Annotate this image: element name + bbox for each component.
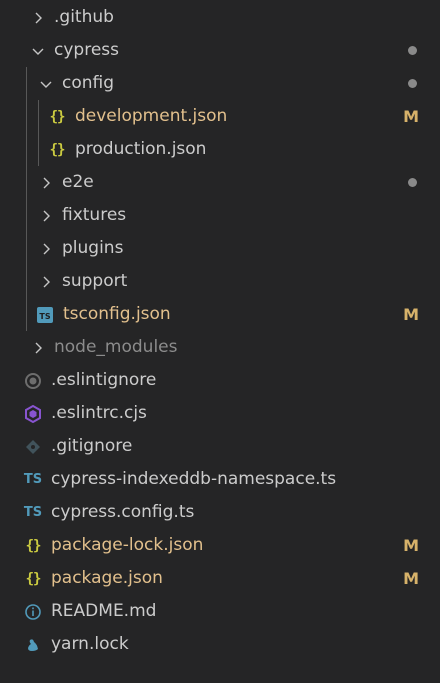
item-label: fixtures (62, 205, 127, 225)
item-label: node_modules (54, 337, 178, 357)
json-icon: {} (25, 537, 42, 554)
info-icon (23, 602, 43, 622)
typescript-icon: TS (23, 505, 43, 520)
folder-item-node-modules[interactable]: node_modules (0, 331, 440, 364)
folder-item-support[interactable]: support (0, 265, 440, 298)
item-label: package.json (51, 568, 163, 588)
item-label: .github (54, 7, 114, 27)
folder-item-e2e[interactable]: e2e (0, 166, 440, 199)
typescript-icon: TS (23, 472, 43, 487)
file-item-eslintrc-cjs[interactable]: .eslintrc.cjs (0, 397, 440, 430)
file-item-readme-md[interactable]: README.md (0, 595, 440, 628)
indent-guide (26, 133, 27, 166)
svg-text:TS: TS (39, 312, 50, 321)
git-icon (23, 437, 43, 457)
chevron-right-icon[interactable] (30, 10, 46, 26)
indent-guide (26, 265, 27, 298)
folder-item-plugins[interactable]: plugins (0, 232, 440, 265)
file-item-production-json[interactable]: {} production.json (0, 133, 440, 166)
file-item-gitignore[interactable]: .gitignore (0, 430, 440, 463)
item-label: yarn.lock (51, 634, 129, 654)
indent-guide (26, 298, 27, 331)
file-item-package-json[interactable]: {} package.json M (0, 562, 440, 595)
chevron-right-icon[interactable] (30, 340, 46, 356)
modified-dot-indicator (408, 79, 417, 88)
modified-dot-indicator (408, 178, 417, 187)
eslint-icon (23, 404, 43, 424)
item-label: plugins (62, 238, 124, 258)
json-icon: {} (49, 108, 66, 125)
indent-guide (26, 166, 27, 199)
eslintignore-icon (23, 371, 43, 391)
item-label: cypress-indexeddb-namespace.ts (51, 469, 337, 489)
item-label: e2e (62, 172, 94, 192)
chevron-down-icon[interactable] (38, 76, 54, 92)
item-label: config (62, 73, 115, 93)
chevron-right-icon[interactable] (38, 175, 54, 191)
folder-item-cypress[interactable]: cypress (0, 34, 440, 67)
item-label: production.json (75, 139, 207, 159)
indent-guide (38, 100, 39, 133)
file-item-eslintignore[interactable]: .eslintignore (0, 364, 440, 397)
json-icon: {} (25, 570, 42, 587)
modified-dot-indicator (408, 46, 417, 55)
item-label: tsconfig.json (63, 304, 171, 324)
tsconfig-icon: TS (35, 305, 55, 325)
indent-guide (26, 232, 27, 265)
file-explorer-tree: .github cypress config{} development.json M{… (0, 0, 440, 683)
file-item-development-json[interactable]: {} development.json M (0, 100, 440, 133)
item-label: .eslintrc.cjs (51, 403, 147, 423)
item-label: cypress.config.ts (51, 502, 195, 522)
chevron-right-icon[interactable] (38, 208, 54, 224)
indent-guide (26, 199, 27, 232)
item-label: README.md (51, 601, 157, 621)
git-status-badge: M (403, 305, 419, 324)
json-icon: {} (49, 141, 66, 158)
item-label: .gitignore (51, 436, 133, 456)
chevron-right-icon[interactable] (38, 241, 54, 257)
item-label: package-lock.json (51, 535, 204, 555)
item-label: support (62, 271, 128, 291)
file-item-package-lock-json[interactable]: {} package-lock.json M (0, 529, 440, 562)
file-item-cypress-indexeddb-namespace-ts[interactable]: TS cypress-indexeddb-namespace.ts (0, 463, 440, 496)
folder-item-fixtures[interactable]: fixtures (0, 199, 440, 232)
yarn-icon (23, 635, 43, 655)
file-item-yarn-lock[interactable]: yarn.lock (0, 628, 440, 661)
file-item-tsconfig-json[interactable]: TS tsconfig.json M (0, 298, 440, 331)
chevron-right-icon[interactable] (38, 274, 54, 290)
folder-item-github[interactable]: .github (0, 1, 440, 34)
folder-item-config[interactable]: config (0, 67, 440, 100)
git-status-badge: M (403, 536, 419, 555)
indent-guide (38, 133, 39, 166)
git-status-badge: M (403, 107, 419, 126)
chevron-down-icon[interactable] (30, 43, 46, 59)
indent-guide (26, 100, 27, 133)
indent-guide (26, 67, 27, 100)
item-label: development.json (75, 106, 228, 126)
git-status-badge: M (403, 569, 419, 588)
item-label: cypress (54, 40, 119, 60)
item-label: .eslintignore (51, 370, 157, 390)
file-item-cypress-config-ts[interactable]: TS cypress.config.ts (0, 496, 440, 529)
